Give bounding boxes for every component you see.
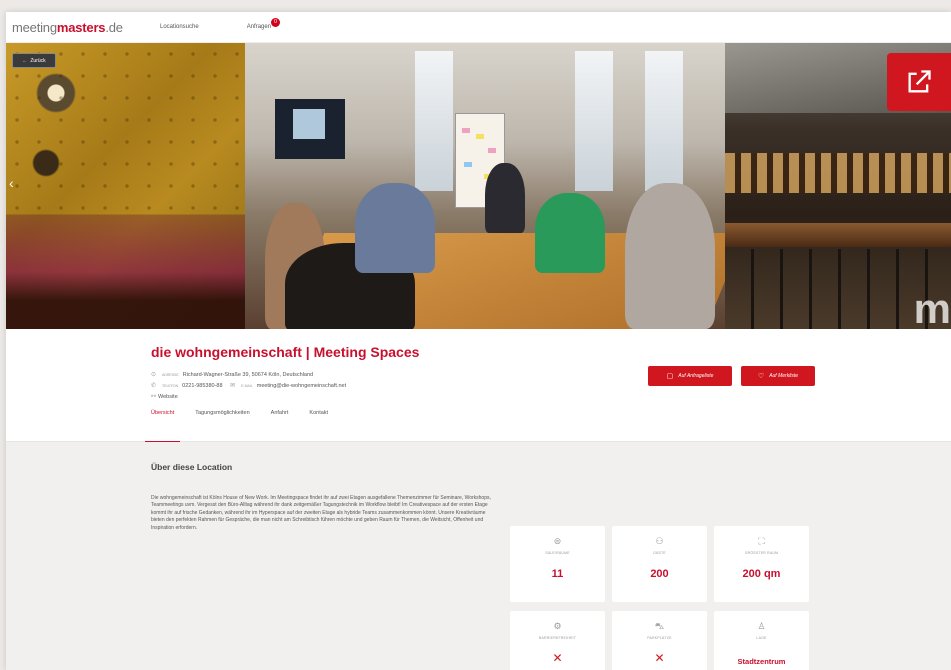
location-icon: ♙ bbox=[757, 621, 766, 631]
browser-page: meetingmasters.de Locationsuche Anfragen… bbox=[6, 12, 951, 670]
venue-contact-info: ⊙ Adresse Richard-Wagner-Straße 39, 50674 … bbox=[151, 370, 346, 403]
tab-directions[interactable]: Anfahrt bbox=[271, 410, 289, 442]
top-navigation: meetingmasters.de Locationsuche Anfragen… bbox=[6, 12, 951, 43]
venue-email[interactable]: meeting@die-wohngemeinschaft.net bbox=[257, 383, 346, 389]
external-link-icon bbox=[908, 70, 931, 93]
accessibility-icon: ⚙ bbox=[553, 621, 562, 631]
about-text: Die wohngemeinschaft ist Kölns House of … bbox=[151, 495, 491, 531]
image-gallery[interactable]: ← Zurück ‹ m bbox=[6, 43, 951, 332]
fact-card-guests: ⚇ Gäste 200 bbox=[612, 526, 707, 602]
tab-overview[interactable]: Übersicht bbox=[144, 410, 181, 442]
site-logo[interactable]: meetingmasters.de bbox=[12, 20, 160, 35]
venue-tabs: Übersicht Tagungsmöglichkeiten Anfahrt K… bbox=[144, 410, 349, 442]
venue-header: die wohngemeinschaft | Meeting Spaces ⊙ A… bbox=[6, 329, 951, 442]
fact-card-accessibility: ⚙ Barrierefreiheit ✕ bbox=[510, 611, 605, 670]
gallery-image-meeting-room bbox=[245, 43, 725, 329]
phone-icon: ✆ bbox=[151, 383, 157, 389]
gallery-image-detail bbox=[6, 43, 245, 329]
fact-card-parking: ⛍ Parkplätze ✕ bbox=[612, 611, 707, 670]
fact-card-rooms: ⊜ Säle/Räume 11 bbox=[510, 526, 605, 602]
venue-website[interactable]: ⚯ Website bbox=[151, 392, 346, 403]
add-to-watchlist-button[interactable]: ♡ Auf Merkliste bbox=[741, 366, 815, 386]
nav-link-location-search[interactable]: Locationsuche bbox=[160, 24, 199, 30]
add-to-request-list-button[interactable]: ▢ Auf Anfrageliste bbox=[648, 366, 732, 386]
parking-icon: ⛍ bbox=[654, 621, 665, 631]
link-icon: ⚯ bbox=[151, 394, 157, 400]
requests-count-badge: 0 bbox=[271, 18, 281, 27]
tab-meeting-options[interactable]: Tagungsmöglichkeiten bbox=[195, 410, 249, 442]
tab-contact[interactable]: Kontakt bbox=[309, 410, 328, 442]
map-pin-icon: ⊙ bbox=[151, 372, 157, 378]
venue-phone-email: ✆ Telefon 0221-985380-88 ✉ E-Mail meeting@di… bbox=[151, 381, 346, 392]
rooms-icon: ⊜ bbox=[553, 536, 562, 546]
venue-phone[interactable]: 0221-985380-88 bbox=[182, 383, 222, 389]
fact-card-location: ♙ Lage Stadtzentrum bbox=[714, 611, 809, 670]
overview-section: Über diese Location Die wohngemeinschaft… bbox=[6, 442, 951, 670]
nav-link-requests[interactable]: Anfragen 0 bbox=[247, 18, 281, 30]
open-external-button[interactable] bbox=[887, 53, 951, 111]
venue-address: ⊙ Adresse Richard-Wagner-Straße 39, 50674 … bbox=[151, 370, 346, 381]
heart-icon: ♡ bbox=[757, 373, 765, 380]
venue-facts: ⊜ Säle/Räume 11 ⚇ Gäste 200 ⛶ Größter Ra… bbox=[510, 526, 809, 670]
mail-icon: ✉ bbox=[230, 383, 236, 389]
brand-watermark: m bbox=[913, 285, 951, 332]
guests-icon: ⚇ bbox=[655, 536, 664, 546]
arrow-left-icon: ← bbox=[22, 57, 28, 64]
clipboard-icon: ▢ bbox=[666, 373, 674, 380]
venue-title: die wohngemeinschaft | Meeting Spaces bbox=[151, 344, 420, 360]
venue-actions: ▢ Auf Anfrageliste ♡ Auf Merkliste bbox=[648, 366, 815, 386]
back-button[interactable]: ← Zurück bbox=[12, 53, 56, 68]
gallery-prev-chevron-icon[interactable]: ‹ bbox=[9, 175, 14, 191]
area-icon: ⛶ bbox=[758, 536, 765, 546]
fact-card-largest-room: ⛶ Größter Raum 200 qm bbox=[714, 526, 809, 602]
about-heading: Über diese Location bbox=[151, 462, 233, 472]
